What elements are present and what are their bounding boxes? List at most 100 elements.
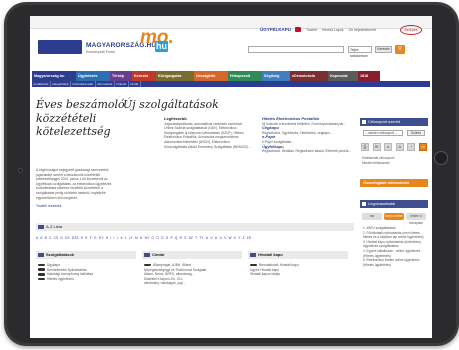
bullet-icon	[38, 273, 45, 276]
az-letters[interactable]: A Á B C CS D DZ DZS E É F G GY H I Í J K…	[36, 236, 354, 240]
box-item-label: Ügyek Hivatali kapu	[250, 267, 280, 272]
top-read-tab[interactable]: ma	[362, 213, 382, 220]
nav-item[interactable]: eDemokrácia	[290, 71, 328, 81]
box-item[interactable]: Hiteles ügyintézés	[38, 277, 138, 282]
nav-item[interactable]: 1818	[358, 71, 380, 81]
box-title[interactable]: Címtár	[152, 252, 165, 257]
box-title[interactable]: Szolgáltatások	[46, 252, 74, 257]
search-input[interactable]	[248, 46, 344, 53]
top-link[interactable]: Kereső Lapok	[322, 28, 344, 32]
top-link[interactable]: Tisztelt	[306, 28, 317, 32]
top-read-tab[interactable]: ezen a héten	[384, 213, 404, 220]
ugyfelkapu-icon	[295, 27, 301, 32]
selected-group-value: Minden felhasználó	[362, 160, 390, 165]
news-text: Jogszabályváltozás, automatikus címkézés…	[164, 121, 251, 149]
login-button[interactable]: Belépés	[400, 25, 422, 35]
ugyfelkapu-link[interactable]: ÜGYFÉLKAPU	[260, 27, 291, 32]
az-list-title: A-Z Lista	[46, 224, 63, 229]
nav-item[interactable]: Térkép	[110, 71, 132, 81]
top-links: Tisztelt Kereső Lapok Ön bejelentkezett	[306, 28, 380, 32]
bullet-icon	[38, 263, 45, 267]
subnav-item[interactable]: kategóriáink	[51, 81, 72, 87]
mail-icon[interactable]: ✉	[372, 143, 381, 151]
tablet-frame: MAGYARORSZÁG.HU Kormányzati Portál mo. h…	[4, 2, 459, 346]
box-header-icon	[38, 253, 44, 257]
up-icon[interactable]: ↑	[407, 143, 416, 151]
logo-subtitle: Kormányzati Portál	[86, 50, 115, 54]
lead-text: A cégbíróságra bejegyzett gazdasági szer…	[36, 168, 112, 200]
summary-info-header[interactable]: Összefoglaló információk	[360, 179, 428, 187]
top-read-item[interactable]: 3. Hivatali kapu nyilvántartás (közhitel…	[363, 240, 427, 249]
box-item-label: Hatósági bizonyítvány kiállítása	[47, 272, 93, 277]
box-item-label: Hivatali kapus listája	[250, 272, 280, 277]
main-nav: Magyarország.hu Ügyintézés Térkép Keresés Kö…	[32, 71, 430, 81]
group-filter-title: Célcsoport szerint	[368, 119, 401, 124]
news-column: Legfrissebb Jogszabályváltozás, automati…	[164, 116, 252, 149]
service-text: Regisztráció, Átváltás, Regisztráció ada…	[262, 149, 352, 154]
subnav-item[interactable]: közérdekű adat	[71, 81, 96, 87]
box-header: Címtár	[142, 251, 242, 259]
services-column: Hiteles Elektronikus Postafiók Új funkció…	[262, 116, 354, 154]
search-scope-select[interactable]: Teljes tartalomban	[348, 46, 372, 58]
sub-nav: portálleírás kategóriáink közérdekű adat in…	[32, 81, 430, 87]
print-icon[interactable]: ⎙	[361, 143, 369, 151]
box-title[interactable]: Hivatali kapu	[258, 252, 283, 257]
camera-icon	[18, 168, 23, 173]
box-item-label: Ügykapu	[47, 263, 61, 267]
box-item-label: alkotmány, hatóságok, jogi...	[144, 281, 186, 286]
subnav-item[interactable]: információk	[96, 81, 115, 87]
more-link[interactable]: Tovább részletek	[36, 204, 61, 208]
box-body: Ügykapu Rendelkezési Nyilvántartás Hatóság…	[38, 263, 138, 281]
top-read-list: 1. eBEV szolgáltatások 2. Földhivatali ny…	[363, 226, 427, 267]
stage: MAGYARORSZÁG.HU Kormányzati Portál mo. h…	[0, 0, 459, 350]
box-item-label: Hiteles ügyintézés	[47, 276, 74, 281]
top-link[interactable]: Ön bejelentkezett	[349, 28, 376, 32]
top-read-item[interactable]: 2. Földhivatali nyilvántartás (nem hitel…	[363, 231, 427, 240]
browser-screen: MAGYARORSZÁG.HU Kormányzati Portál mo. h…	[30, 16, 432, 338]
nav-item[interactable]: Keresés	[132, 71, 156, 81]
home-button[interactable]	[434, 151, 448, 165]
top-read-tab[interactable]: ebben a hónapban	[406, 213, 426, 225]
box-item-label: Diákhitel Központ Zrt., EU-	[144, 276, 184, 281]
box-item-label: Bemutatkozik Hivatali kapu	[259, 263, 299, 267]
subnav-item[interactable]: címtár	[129, 81, 141, 87]
search-button[interactable]: Keresés	[375, 46, 392, 53]
nav-item[interactable]: Ügyintézés	[76, 71, 110, 81]
subnav-item[interactable]: hírlevél	[115, 81, 129, 87]
box-item-label: Állami, Nemz. BRFK, állandóság,	[144, 272, 193, 277]
top-read-item[interactable]: 4. Egyéni vállalkozás - online ügyintézé…	[363, 249, 427, 258]
group-filter-button[interactable]: Szűrés	[407, 130, 425, 136]
box-item[interactable]: Hivatali kapus listája	[250, 272, 350, 277]
nav-item[interactable]: Kapcsolat	[328, 71, 358, 81]
page-title-right[interactable]: Új szolgáltatások	[123, 98, 219, 111]
nav-item[interactable]: Közigazgatás	[156, 71, 194, 81]
top-read-tabs: ma ezen a héten ebben a hónapban	[362, 213, 426, 225]
search-icon[interactable]: ⚲	[395, 45, 405, 54]
az-list-header: A-Z Lista	[36, 223, 354, 231]
nav-item[interactable]: Országinfó	[194, 71, 228, 81]
top-read-title: Legolvasottabb	[368, 201, 396, 206]
box-header-icon	[144, 253, 150, 257]
bullet-icon	[144, 263, 151, 267]
mohu-hu-badge: hu	[155, 41, 168, 52]
box-header-icon	[250, 253, 256, 257]
rss-icon[interactable]: ∞	[418, 143, 427, 151]
box-item[interactable]: alkotmány, hatóságok, jogi...	[144, 281, 244, 286]
top-read-header: Legolvasottabb	[360, 200, 428, 208]
font-small-icon[interactable]: a	[384, 143, 393, 151]
font-large-icon[interactable]: A	[395, 143, 404, 151]
box-body: Állampolgár, AJBH, Állami Népegészségügyi…	[144, 263, 244, 286]
tool-icons: ⎙ ✉ a A ↑ ∞	[361, 143, 427, 151]
top-read-item[interactable]: 5. Elektronikus fizetés online ügyintézé…	[363, 258, 427, 267]
group-filter-header: Célcsoport szerint	[360, 118, 428, 126]
subnav-item[interactable]: portálleírás	[32, 81, 51, 87]
group-select[interactable]: -- minden célcsoport --	[363, 130, 403, 136]
nav-item[interactable]: Hírkapcsolt	[228, 71, 262, 81]
nav-item[interactable]: Magyarország.hu	[32, 71, 76, 81]
box-body: Bemutatkozik Hivatali kapu Ügyek Hivatali…	[250, 263, 350, 277]
box-item-label: Rendelkezési Nyilvántartás	[47, 267, 87, 272]
nav-item[interactable]: Segítség	[262, 71, 290, 81]
portal-logo[interactable]	[38, 40, 82, 54]
selected-group-label: Kiválasztott célcsoport:	[362, 156, 395, 160]
box-item-label: Népegészségügyi és Tisztiorvosi Szolgála…	[144, 267, 207, 272]
